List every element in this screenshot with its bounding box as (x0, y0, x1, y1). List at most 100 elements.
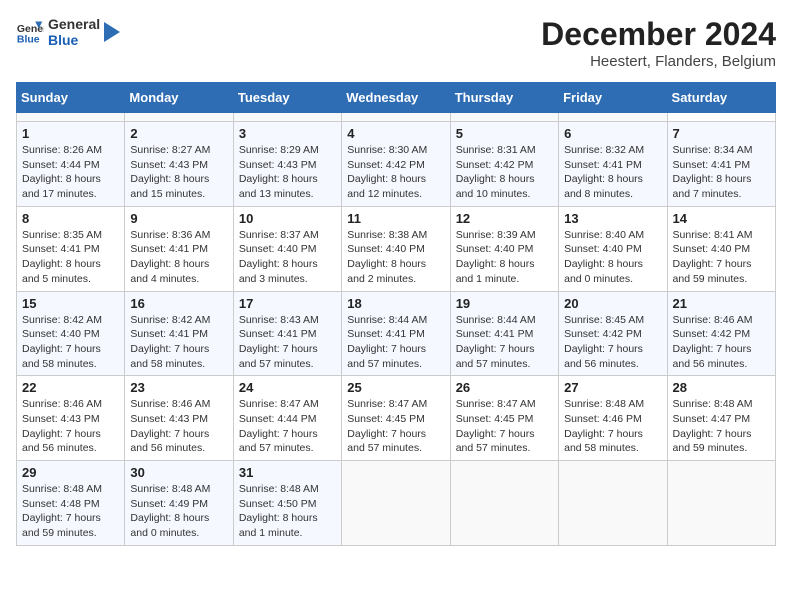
day-info: Sunrise: 8:38 AM Sunset: 4:40 PM Dayligh… (347, 228, 444, 287)
col-tuesday: Tuesday (233, 83, 341, 113)
day-number: 7 (673, 126, 770, 141)
day-number: 9 (130, 211, 227, 226)
table-cell: 20 Sunrise: 8:45 AM Sunset: 4:42 PM Dayl… (559, 291, 667, 376)
table-cell (667, 113, 775, 122)
day-info: Sunrise: 8:43 AM Sunset: 4:41 PM Dayligh… (239, 313, 336, 372)
logo-icon: General Blue (16, 18, 44, 46)
day-number: 18 (347, 296, 444, 311)
table-cell: 3 Sunrise: 8:29 AM Sunset: 4:43 PM Dayli… (233, 122, 341, 207)
table-cell: 27 Sunrise: 8:48 AM Sunset: 4:46 PM Dayl… (559, 376, 667, 461)
table-cell (667, 461, 775, 546)
day-number: 27 (564, 380, 661, 395)
table-cell: 22 Sunrise: 8:46 AM Sunset: 4:43 PM Dayl… (17, 376, 125, 461)
table-cell: 9 Sunrise: 8:36 AM Sunset: 4:41 PM Dayli… (125, 206, 233, 291)
table-cell: 1 Sunrise: 8:26 AM Sunset: 4:44 PM Dayli… (17, 122, 125, 207)
day-info: Sunrise: 8:46 AM Sunset: 4:43 PM Dayligh… (22, 397, 119, 456)
day-info: Sunrise: 8:42 AM Sunset: 4:41 PM Dayligh… (130, 313, 227, 372)
day-info: Sunrise: 8:32 AM Sunset: 4:41 PM Dayligh… (564, 143, 661, 202)
day-number: 2 (130, 126, 227, 141)
day-number: 13 (564, 211, 661, 226)
table-cell: 7 Sunrise: 8:34 AM Sunset: 4:41 PM Dayli… (667, 122, 775, 207)
day-info: Sunrise: 8:41 AM Sunset: 4:40 PM Dayligh… (673, 228, 770, 287)
day-number: 31 (239, 465, 336, 480)
table-cell (559, 113, 667, 122)
day-info: Sunrise: 8:48 AM Sunset: 4:47 PM Dayligh… (673, 397, 770, 456)
day-number: 29 (22, 465, 119, 480)
page-header: General Blue General Blue December 2024 … (16, 16, 776, 70)
calendar-header-row: Sunday Monday Tuesday Wednesday Thursday… (17, 83, 776, 113)
day-number: 1 (22, 126, 119, 141)
day-info: Sunrise: 8:26 AM Sunset: 4:44 PM Dayligh… (22, 143, 119, 202)
table-cell: 31 Sunrise: 8:48 AM Sunset: 4:50 PM Dayl… (233, 461, 341, 546)
table-cell (233, 113, 341, 122)
table-cell: 17 Sunrise: 8:43 AM Sunset: 4:41 PM Dayl… (233, 291, 341, 376)
day-info: Sunrise: 8:46 AM Sunset: 4:42 PM Dayligh… (673, 313, 770, 372)
day-number: 3 (239, 126, 336, 141)
table-cell: 23 Sunrise: 8:46 AM Sunset: 4:43 PM Dayl… (125, 376, 233, 461)
table-cell: 28 Sunrise: 8:48 AM Sunset: 4:47 PM Dayl… (667, 376, 775, 461)
day-info: Sunrise: 8:37 AM Sunset: 4:40 PM Dayligh… (239, 228, 336, 287)
day-number: 5 (456, 126, 553, 141)
day-number: 21 (673, 296, 770, 311)
day-number: 14 (673, 211, 770, 226)
day-number: 26 (456, 380, 553, 395)
table-cell (17, 113, 125, 122)
day-info: Sunrise: 8:48 AM Sunset: 4:49 PM Dayligh… (130, 482, 227, 541)
day-info: Sunrise: 8:46 AM Sunset: 4:43 PM Dayligh… (130, 397, 227, 456)
day-info: Sunrise: 8:47 AM Sunset: 4:45 PM Dayligh… (456, 397, 553, 456)
table-cell: 10 Sunrise: 8:37 AM Sunset: 4:40 PM Dayl… (233, 206, 341, 291)
col-friday: Friday (559, 83, 667, 113)
table-cell: 18 Sunrise: 8:44 AM Sunset: 4:41 PM Dayl… (342, 291, 450, 376)
logo: General Blue General Blue (16, 16, 124, 48)
table-cell (450, 113, 558, 122)
table-cell (125, 113, 233, 122)
day-info: Sunrise: 8:30 AM Sunset: 4:42 PM Dayligh… (347, 143, 444, 202)
table-cell (450, 461, 558, 546)
table-cell (342, 461, 450, 546)
table-cell: 8 Sunrise: 8:35 AM Sunset: 4:41 PM Dayli… (17, 206, 125, 291)
day-number: 22 (22, 380, 119, 395)
calendar-week-row: 1 Sunrise: 8:26 AM Sunset: 4:44 PM Dayli… (17, 122, 776, 207)
day-info: Sunrise: 8:45 AM Sunset: 4:42 PM Dayligh… (564, 313, 661, 372)
day-number: 28 (673, 380, 770, 395)
day-number: 23 (130, 380, 227, 395)
table-cell: 15 Sunrise: 8:42 AM Sunset: 4:40 PM Dayl… (17, 291, 125, 376)
day-number: 20 (564, 296, 661, 311)
day-info: Sunrise: 8:47 AM Sunset: 4:44 PM Dayligh… (239, 397, 336, 456)
table-cell: 14 Sunrise: 8:41 AM Sunset: 4:40 PM Dayl… (667, 206, 775, 291)
day-info: Sunrise: 8:47 AM Sunset: 4:45 PM Dayligh… (347, 397, 444, 456)
day-number: 8 (22, 211, 119, 226)
calendar-week-row: 29 Sunrise: 8:48 AM Sunset: 4:48 PM Dayl… (17, 461, 776, 546)
day-number: 25 (347, 380, 444, 395)
svg-text:Blue: Blue (17, 34, 40, 46)
day-info: Sunrise: 8:34 AM Sunset: 4:41 PM Dayligh… (673, 143, 770, 202)
day-info: Sunrise: 8:48 AM Sunset: 4:50 PM Dayligh… (239, 482, 336, 541)
table-cell: 6 Sunrise: 8:32 AM Sunset: 4:41 PM Dayli… (559, 122, 667, 207)
calendar-week-row (17, 113, 776, 122)
day-number: 6 (564, 126, 661, 141)
table-cell: 13 Sunrise: 8:40 AM Sunset: 4:40 PM Dayl… (559, 206, 667, 291)
day-info: Sunrise: 8:40 AM Sunset: 4:40 PM Dayligh… (564, 228, 661, 287)
day-info: Sunrise: 8:42 AM Sunset: 4:40 PM Dayligh… (22, 313, 119, 372)
table-cell: 25 Sunrise: 8:47 AM Sunset: 4:45 PM Dayl… (342, 376, 450, 461)
logo-blue: Blue (48, 32, 100, 48)
table-cell (559, 461, 667, 546)
location-title: Heestert, Flanders, Belgium (541, 53, 776, 70)
day-number: 4 (347, 126, 444, 141)
col-sunday: Sunday (17, 83, 125, 113)
col-saturday: Saturday (667, 83, 775, 113)
table-cell: 16 Sunrise: 8:42 AM Sunset: 4:41 PM Dayl… (125, 291, 233, 376)
day-info: Sunrise: 8:44 AM Sunset: 4:41 PM Dayligh… (456, 313, 553, 372)
day-number: 30 (130, 465, 227, 480)
title-area: December 2024 Heestert, Flanders, Belgiu… (541, 16, 776, 70)
table-cell: 21 Sunrise: 8:46 AM Sunset: 4:42 PM Dayl… (667, 291, 775, 376)
table-cell (342, 113, 450, 122)
day-number: 15 (22, 296, 119, 311)
table-cell: 2 Sunrise: 8:27 AM Sunset: 4:43 PM Dayli… (125, 122, 233, 207)
day-info: Sunrise: 8:48 AM Sunset: 4:48 PM Dayligh… (22, 482, 119, 541)
day-number: 24 (239, 380, 336, 395)
month-title: December 2024 (541, 16, 776, 53)
calendar-week-row: 22 Sunrise: 8:46 AM Sunset: 4:43 PM Dayl… (17, 376, 776, 461)
day-number: 16 (130, 296, 227, 311)
col-thursday: Thursday (450, 83, 558, 113)
